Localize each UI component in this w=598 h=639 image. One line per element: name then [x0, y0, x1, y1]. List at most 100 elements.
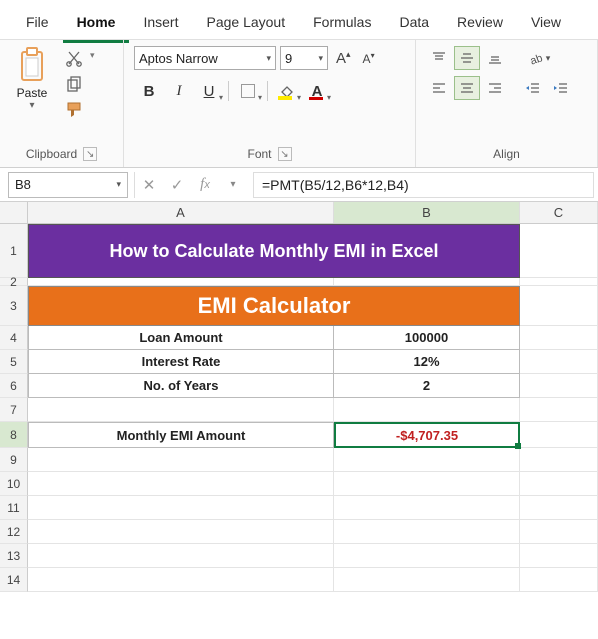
cell[interactable]: [334, 496, 520, 520]
row-header[interactable]: 13: [0, 544, 28, 568]
fill-color-button[interactable]: ▾: [272, 78, 302, 104]
cell[interactable]: [334, 278, 520, 286]
cut-icon[interactable]: [64, 48, 84, 68]
row-header[interactable]: 5: [0, 350, 28, 374]
cell[interactable]: 12%: [334, 350, 520, 374]
italic-button[interactable]: I: [164, 78, 194, 104]
chevron-down-icon: ▾: [29, 100, 34, 111]
select-all-corner[interactable]: [0, 202, 28, 223]
cell[interactable]: [520, 496, 598, 520]
enter-icon[interactable]: ✓: [163, 172, 191, 198]
cell[interactable]: [520, 448, 598, 472]
cell[interactable]: [28, 544, 334, 568]
cell[interactable]: [28, 568, 334, 592]
row-header[interactable]: 8: [0, 422, 28, 448]
font-name-select[interactable]: Aptos Narrow▾: [134, 46, 276, 70]
tab-home[interactable]: Home: [63, 8, 130, 43]
row-header[interactable]: 14: [0, 568, 28, 592]
cell[interactable]: [520, 398, 598, 422]
cell[interactable]: [334, 472, 520, 496]
row-header[interactable]: 10: [0, 472, 28, 496]
row-header[interactable]: 3: [0, 286, 28, 326]
row-header[interactable]: 11: [0, 496, 28, 520]
cell[interactable]: [520, 350, 598, 374]
align-left-icon[interactable]: [426, 76, 452, 100]
decrease-indent-icon[interactable]: [520, 76, 546, 100]
cell[interactable]: [520, 520, 598, 544]
decrease-font-icon[interactable]: A▾: [359, 51, 379, 66]
cell[interactable]: [520, 422, 598, 448]
copy-icon[interactable]: [64, 74, 84, 94]
col-header-B[interactable]: B: [334, 202, 520, 223]
cell[interactable]: [520, 326, 598, 350]
row-header[interactable]: 6: [0, 374, 28, 398]
row-header[interactable]: 12: [0, 520, 28, 544]
underline-button[interactable]: U▾: [194, 78, 224, 104]
cell[interactable]: [334, 398, 520, 422]
cell[interactable]: [334, 544, 520, 568]
cancel-icon[interactable]: ✕: [135, 172, 163, 198]
separator: [228, 81, 229, 101]
cell-header[interactable]: EMI Calculator: [28, 286, 520, 326]
row-header[interactable]: 9: [0, 448, 28, 472]
cell[interactable]: [28, 448, 334, 472]
increase-indent-icon[interactable]: [548, 76, 574, 100]
chevron-down-icon[interactable]: ▾: [219, 172, 247, 198]
cell[interactable]: [28, 278, 334, 286]
cell-active[interactable]: -$4,707.35: [334, 422, 520, 448]
cell[interactable]: [334, 520, 520, 544]
cell[interactable]: [520, 286, 598, 326]
align-bottom-icon[interactable]: [482, 46, 508, 70]
tab-insert[interactable]: Insert: [129, 8, 192, 40]
chevron-down-icon[interactable]: ▾: [90, 46, 95, 61]
cell[interactable]: [334, 568, 520, 592]
col-header-C[interactable]: C: [520, 202, 598, 223]
cell[interactable]: [520, 224, 598, 278]
dialog-launcher-icon[interactable]: ↘: [278, 147, 292, 161]
cell[interactable]: [520, 278, 598, 286]
cell[interactable]: No. of Years: [28, 374, 334, 398]
cell[interactable]: 2: [334, 374, 520, 398]
cell[interactable]: [28, 520, 334, 544]
tab-page-layout[interactable]: Page Layout: [192, 8, 299, 40]
row-header[interactable]: 2: [0, 278, 28, 286]
cell[interactable]: [28, 398, 334, 422]
tab-data[interactable]: Data: [385, 8, 443, 40]
row-header[interactable]: 7: [0, 398, 28, 422]
row-header[interactable]: 1: [0, 224, 28, 278]
cell[interactable]: [28, 472, 334, 496]
orientation-button[interactable]: ab▾: [520, 46, 558, 70]
border-button[interactable]: ▾: [233, 78, 263, 104]
tab-file[interactable]: File: [0, 8, 63, 40]
cell[interactable]: Interest Rate: [28, 350, 334, 374]
cell[interactable]: 100000: [334, 326, 520, 350]
cell[interactable]: [334, 448, 520, 472]
cell[interactable]: [520, 568, 598, 592]
font-color-button[interactable]: A▾: [302, 78, 332, 104]
align-middle-icon[interactable]: [454, 46, 480, 70]
fx-icon[interactable]: fx: [191, 172, 219, 198]
tab-review[interactable]: Review: [443, 8, 517, 40]
formula-input[interactable]: =PMT(B5/12,B6*12,B4): [253, 172, 594, 198]
name-box[interactable]: B8▾: [8, 172, 128, 198]
paste-button[interactable]: Paste ▾: [10, 46, 54, 111]
cell[interactable]: Loan Amount: [28, 326, 334, 350]
cell-title[interactable]: How to Calculate Monthly EMI in Excel: [28, 224, 520, 278]
increase-font-icon[interactable]: A▴: [332, 49, 355, 67]
align-center-icon[interactable]: [454, 76, 480, 100]
cell[interactable]: Monthly EMI Amount: [28, 422, 334, 448]
dialog-launcher-icon[interactable]: ↘: [83, 147, 97, 161]
format-painter-icon[interactable]: [64, 100, 84, 120]
cell[interactable]: [520, 472, 598, 496]
cell[interactable]: [28, 496, 334, 520]
font-size-select[interactable]: 9▾: [280, 46, 328, 70]
align-right-icon[interactable]: [482, 76, 508, 100]
tab-view[interactable]: View: [517, 8, 575, 40]
col-header-A[interactable]: A: [28, 202, 334, 223]
align-top-icon[interactable]: [426, 46, 452, 70]
bold-button[interactable]: B: [134, 78, 164, 104]
tab-formulas[interactable]: Formulas: [299, 8, 385, 40]
row-header[interactable]: 4: [0, 326, 28, 350]
cell[interactable]: [520, 544, 598, 568]
cell[interactable]: [520, 374, 598, 398]
